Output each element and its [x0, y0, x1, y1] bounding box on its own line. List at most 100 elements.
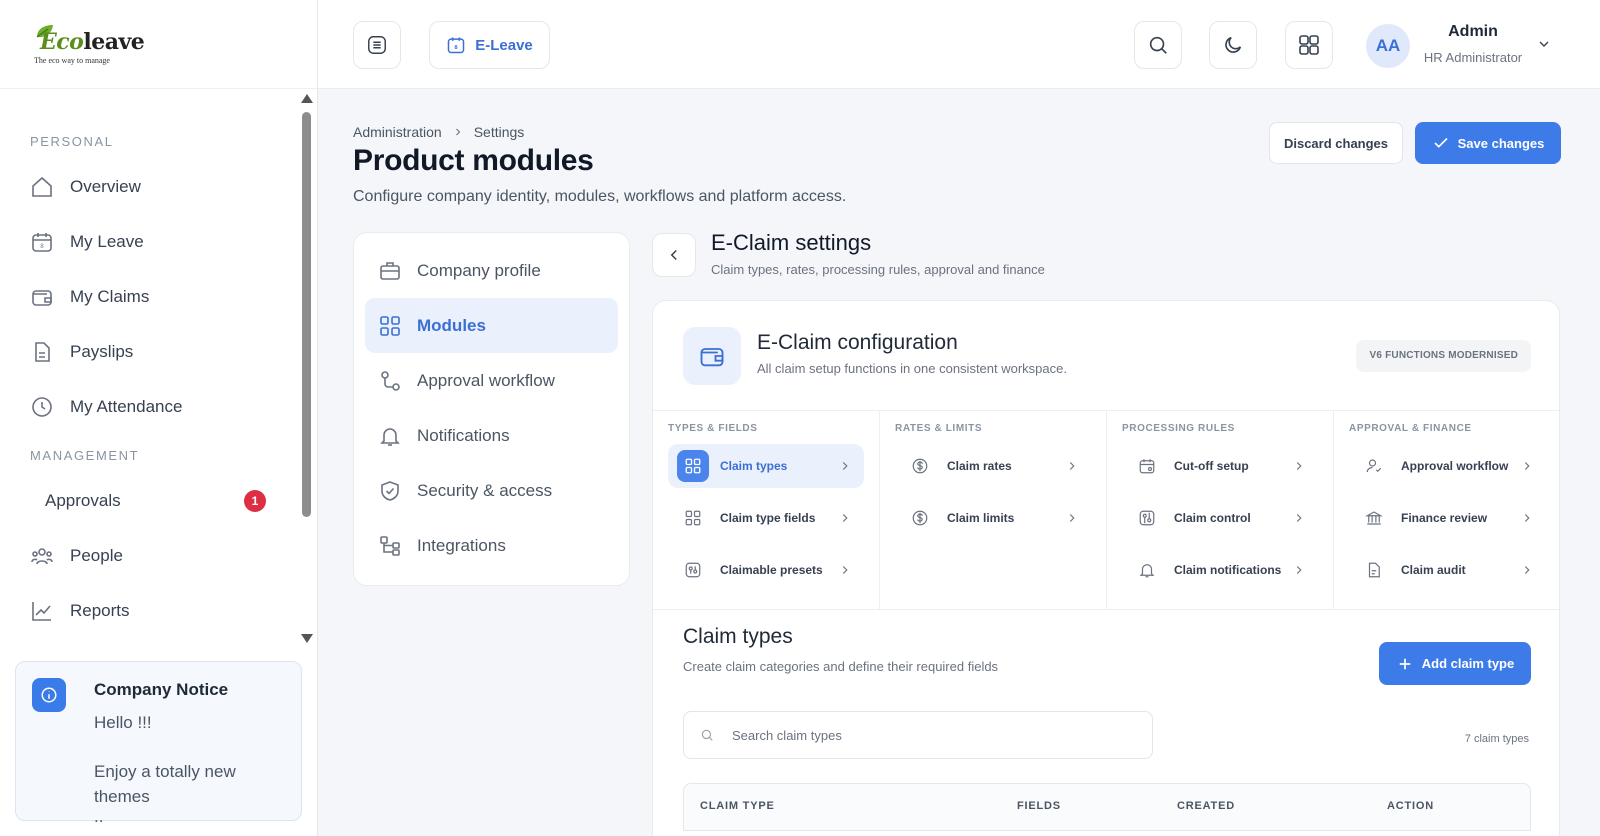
column-header-fields[interactable]: FIELDS: [1017, 800, 1061, 812]
avatar[interactable]: AA: [1366, 24, 1410, 68]
sidebar-item-my-leave[interactable]: 8 My Leave: [0, 214, 318, 269]
settings-nav-notifications[interactable]: Notifications: [365, 408, 618, 463]
breadcrumb-item[interactable]: Administration: [353, 124, 442, 140]
sidebar-item-label: My Attendance: [70, 396, 183, 416]
column-header-created[interactable]: CREATED: [1177, 800, 1235, 812]
control-icon: [1131, 502, 1163, 534]
settings-nav-company-profile[interactable]: Company profile: [365, 243, 618, 298]
user-check-icon: [1358, 450, 1390, 482]
save-changes-button[interactable]: Save changes: [1415, 122, 1561, 164]
menu-toggle-button[interactable]: [353, 21, 401, 69]
settings-nav-approval-workflow[interactable]: Approval workflow: [365, 353, 618, 408]
clock-icon: [32, 396, 52, 417]
function-claim-limits[interactable]: Claim limits: [895, 496, 1091, 540]
function-column-rates-limits: RATES & LIMITS Claim rates Claim limits: [880, 411, 1107, 609]
sidebar-item-my-claims[interactable]: My Claims: [0, 269, 318, 324]
settings-nav-security[interactable]: Security & access: [365, 463, 618, 518]
save-label: Save changes: [1457, 135, 1545, 151]
claim-types-count: 7 claim types: [1464, 733, 1529, 745]
config-subtitle: All claim setup functions in one consist…: [757, 361, 1067, 376]
settings-nav-label: Notifications: [417, 425, 510, 445]
scroll-down-arrow[interactable]: [301, 634, 313, 643]
calendar-icon: 8: [447, 37, 465, 54]
function-label: Claim rates: [947, 459, 1012, 473]
notice-line-2: Enjoy a totally new themes: [94, 762, 236, 806]
sidebar-scrollbar-thumb[interactable]: [302, 112, 311, 517]
search-field[interactable]: [683, 711, 1153, 759]
column-heading: PROCESSING RULES: [1122, 423, 1235, 434]
workflow-icon: [381, 370, 400, 391]
function-claimable-presets[interactable]: Claimable presets: [668, 548, 864, 592]
scroll-up-arrow[interactable]: [301, 94, 313, 103]
chevron-right-icon: [842, 514, 848, 522]
sidebar-item-reports[interactable]: Reports: [0, 583, 318, 638]
settings-nav-label: Security & access: [417, 480, 553, 500]
function-cut-off-setup[interactable]: Cut-off setup: [1122, 444, 1318, 488]
app-logo[interactable]: Eco leave The eco way to manage: [34, 23, 145, 65]
function-claim-control[interactable]: Claim control: [1122, 496, 1318, 540]
theme-toggle-button[interactable]: [1209, 21, 1257, 69]
column-header-claim-type[interactable]: CLAIM TYPE: [700, 800, 775, 812]
function-claim-type-fields[interactable]: Claim type fields: [668, 496, 864, 540]
search-input[interactable]: [732, 727, 1132, 743]
chevron-right-icon: [1524, 514, 1530, 522]
function-grid: TYPES & FIELDS Claim types Claim type fi…: [653, 411, 1559, 610]
sidebar-item-approvals[interactable]: Approvals 1: [0, 473, 318, 528]
sidebar-item-payslips[interactable]: Payslips: [0, 324, 318, 379]
chevron-right-icon: [1296, 566, 1302, 574]
discard-changes-button[interactable]: Discard changes: [1269, 122, 1403, 164]
apps-button[interactable]: [1285, 21, 1333, 69]
notice-line-3: ..: [94, 807, 104, 826]
module-label: E-Leave: [475, 36, 533, 54]
chevron-right-icon: [1069, 462, 1075, 470]
function-claim-types[interactable]: Claim types: [668, 444, 864, 488]
page-subtitle: Configure company identity, modules, wor…: [353, 188, 847, 205]
eclaim-config-card: E-Claim configuration All claim setup fu…: [652, 300, 1560, 836]
sidebar: Eco leave The eco way to manage PERSONAL …: [0, 0, 318, 836]
add-claim-type-button[interactable]: Add claim type: [1379, 642, 1531, 685]
function-finance-review[interactable]: Finance review: [1349, 496, 1546, 540]
function-claim-notifications[interactable]: Claim notifications: [1122, 548, 1318, 592]
logo-area: Eco leave The eco way to manage: [0, 0, 317, 89]
bell-icon: [380, 427, 400, 446]
dollar-icon: [904, 450, 936, 482]
apps-grid-icon: [1299, 35, 1319, 55]
module-switch-button[interactable]: 8 E-Leave: [429, 21, 550, 69]
user-role: HR Administrator: [1423, 50, 1523, 65]
breadcrumb: Administration Settings: [353, 124, 524, 140]
status-badge: V6 FUNCTIONS MODERNISED: [1356, 340, 1531, 372]
section-heading-personal: PERSONAL: [30, 134, 114, 149]
back-button[interactable]: [652, 233, 696, 277]
column-heading: RATES & LIMITS: [895, 423, 983, 434]
config-header: E-Claim configuration All claim setup fu…: [653, 301, 1559, 411]
settings-nav-label: Company profile: [417, 260, 541, 280]
sidebar-item-overview[interactable]: Overview: [0, 159, 318, 214]
search-icon: [701, 729, 713, 741]
bell-icon: [1131, 554, 1163, 586]
company-notice-card[interactable]: Company Notice Hello !!! Enjoy a totally…: [15, 661, 302, 825]
sidebar-item-label: My Claims: [70, 286, 150, 306]
info-icon: [32, 678, 66, 712]
function-approval-workflow[interactable]: Approval workflow: [1349, 444, 1546, 488]
function-claim-rates[interactable]: Claim rates: [895, 444, 1091, 488]
page-title: Product modules: [353, 144, 594, 177]
function-label: Claim types: [720, 459, 788, 473]
sidebar-item-people[interactable]: People: [0, 528, 318, 583]
claim-types-subtitle: Create claim categories and define their…: [683, 659, 999, 674]
sidebar-item-my-attendance[interactable]: My Attendance: [0, 379, 318, 434]
settings-nav-integrations[interactable]: Integrations: [365, 518, 618, 573]
user-name[interactable]: Admin: [1421, 23, 1525, 41]
logo-rest: leave: [83, 29, 145, 55]
breadcrumb-item[interactable]: Settings: [474, 124, 525, 140]
search-button[interactable]: [1134, 21, 1182, 69]
settings-nav-modules[interactable]: Modules: [365, 298, 618, 353]
notice-line-1: Hello !!!: [94, 713, 152, 732]
chevron-down-icon[interactable]: [1536, 36, 1552, 52]
sidebar-nav: PERSONAL Overview 8 My Leave My Claims P…: [0, 90, 318, 650]
sidebar-item-label: Overview: [70, 176, 141, 196]
panel-subtitle: Claim types, rates, processing rules, ap…: [711, 262, 1045, 277]
section-heading-management: MANAGEMENT: [30, 448, 140, 463]
sidebar-item-label: Reports: [70, 600, 130, 620]
moon-icon: [1225, 36, 1242, 53]
function-claim-audit[interactable]: Claim audit: [1349, 548, 1546, 592]
